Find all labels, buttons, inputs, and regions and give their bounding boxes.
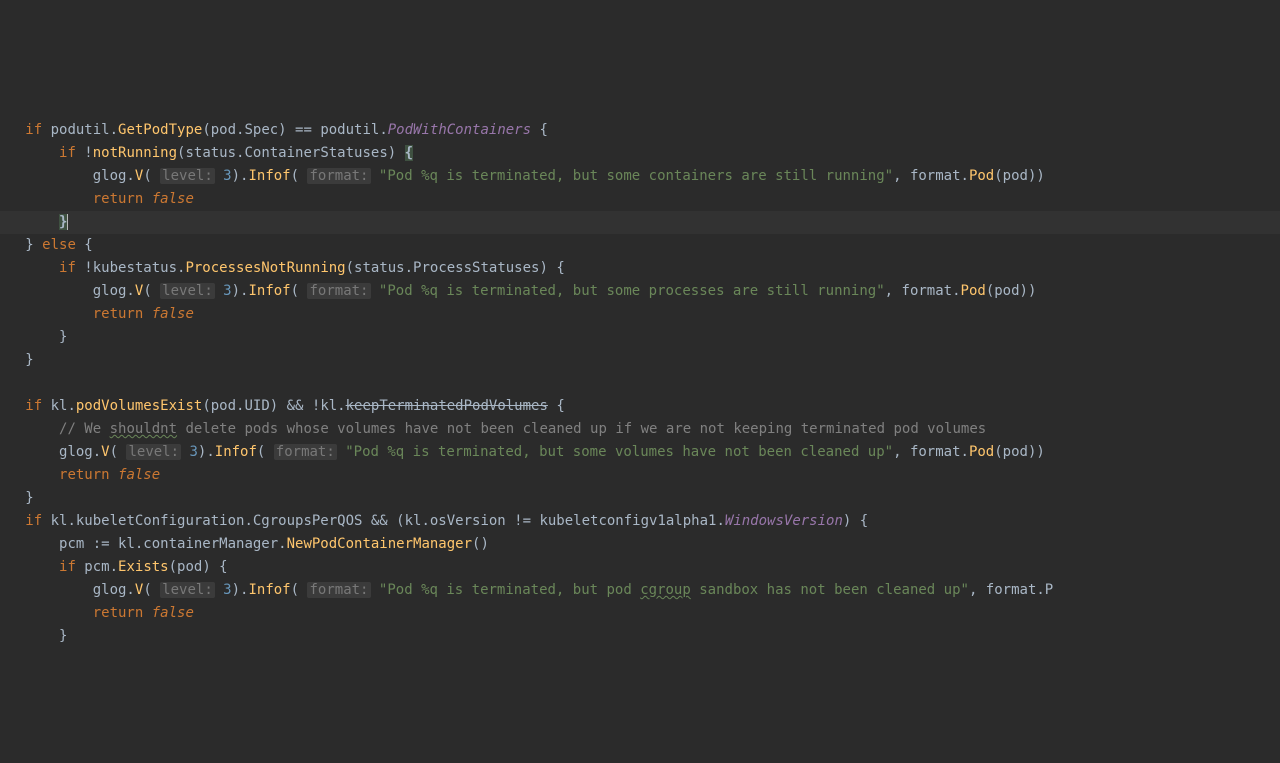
code-line: if !kubestatus.ProcessesNotRunning(statu…	[0, 260, 565, 276]
code-line: pcm := kl.containerManager.NewPodContain…	[0, 536, 489, 552]
code-line: glog.V( level: 3).Infof( format: "Pod %q…	[0, 444, 1045, 460]
code-line: }	[0, 628, 67, 644]
code-line: if kl.kubeletConfiguration.CgroupsPerQOS…	[0, 513, 868, 529]
param-hint: level:	[160, 582, 215, 598]
param-hint: format:	[307, 582, 370, 598]
code-line: return false	[0, 467, 160, 483]
code-line: if pcm.Exists(pod) {	[0, 559, 228, 575]
code-line: glog.V( level: 3).Infof( format: "Pod %q…	[0, 582, 1053, 598]
code-line: if podutil.GetPodType(pod.Spec) == podut…	[0, 122, 548, 138]
code-line: }	[0, 352, 34, 368]
code-line: // We shouldnt delete pods whose volumes…	[0, 421, 986, 437]
code-line: }	[0, 329, 67, 345]
typo-word: shouldnt	[110, 421, 177, 437]
code-line: if kl.podVolumesExist(pod.UID) && !kl.ke…	[0, 398, 565, 414]
code-line: return false	[0, 605, 194, 621]
code-line: }	[0, 490, 34, 506]
code-line: return false	[0, 191, 194, 207]
code-line: return false	[0, 306, 194, 322]
text-caret	[67, 214, 68, 230]
typo-word: cgroup	[640, 582, 691, 598]
matched-brace: {	[405, 145, 413, 161]
code-line: glog.V( level: 3).Infof( format: "Pod %q…	[0, 168, 1045, 184]
param-hint: format:	[307, 168, 370, 184]
code-line	[0, 375, 8, 391]
param-hint: format:	[274, 444, 337, 460]
param-hint: level:	[126, 444, 181, 460]
deprecated-ident: keepTerminatedPodVolumes	[346, 398, 548, 414]
current-line: }	[0, 211, 1280, 234]
param-hint: level:	[160, 168, 215, 184]
param-hint: level:	[160, 283, 215, 299]
code-line: } else {	[0, 237, 93, 253]
code-editor[interactable]: if podutil.GetPodType(pod.Spec) == podut…	[0, 92, 1280, 648]
code-line: if !notRunning(status.ContainerStatuses)…	[0, 145, 413, 161]
code-line: glog.V( level: 3).Infof( format: "Pod %q…	[0, 283, 1036, 299]
param-hint: format:	[307, 283, 370, 299]
